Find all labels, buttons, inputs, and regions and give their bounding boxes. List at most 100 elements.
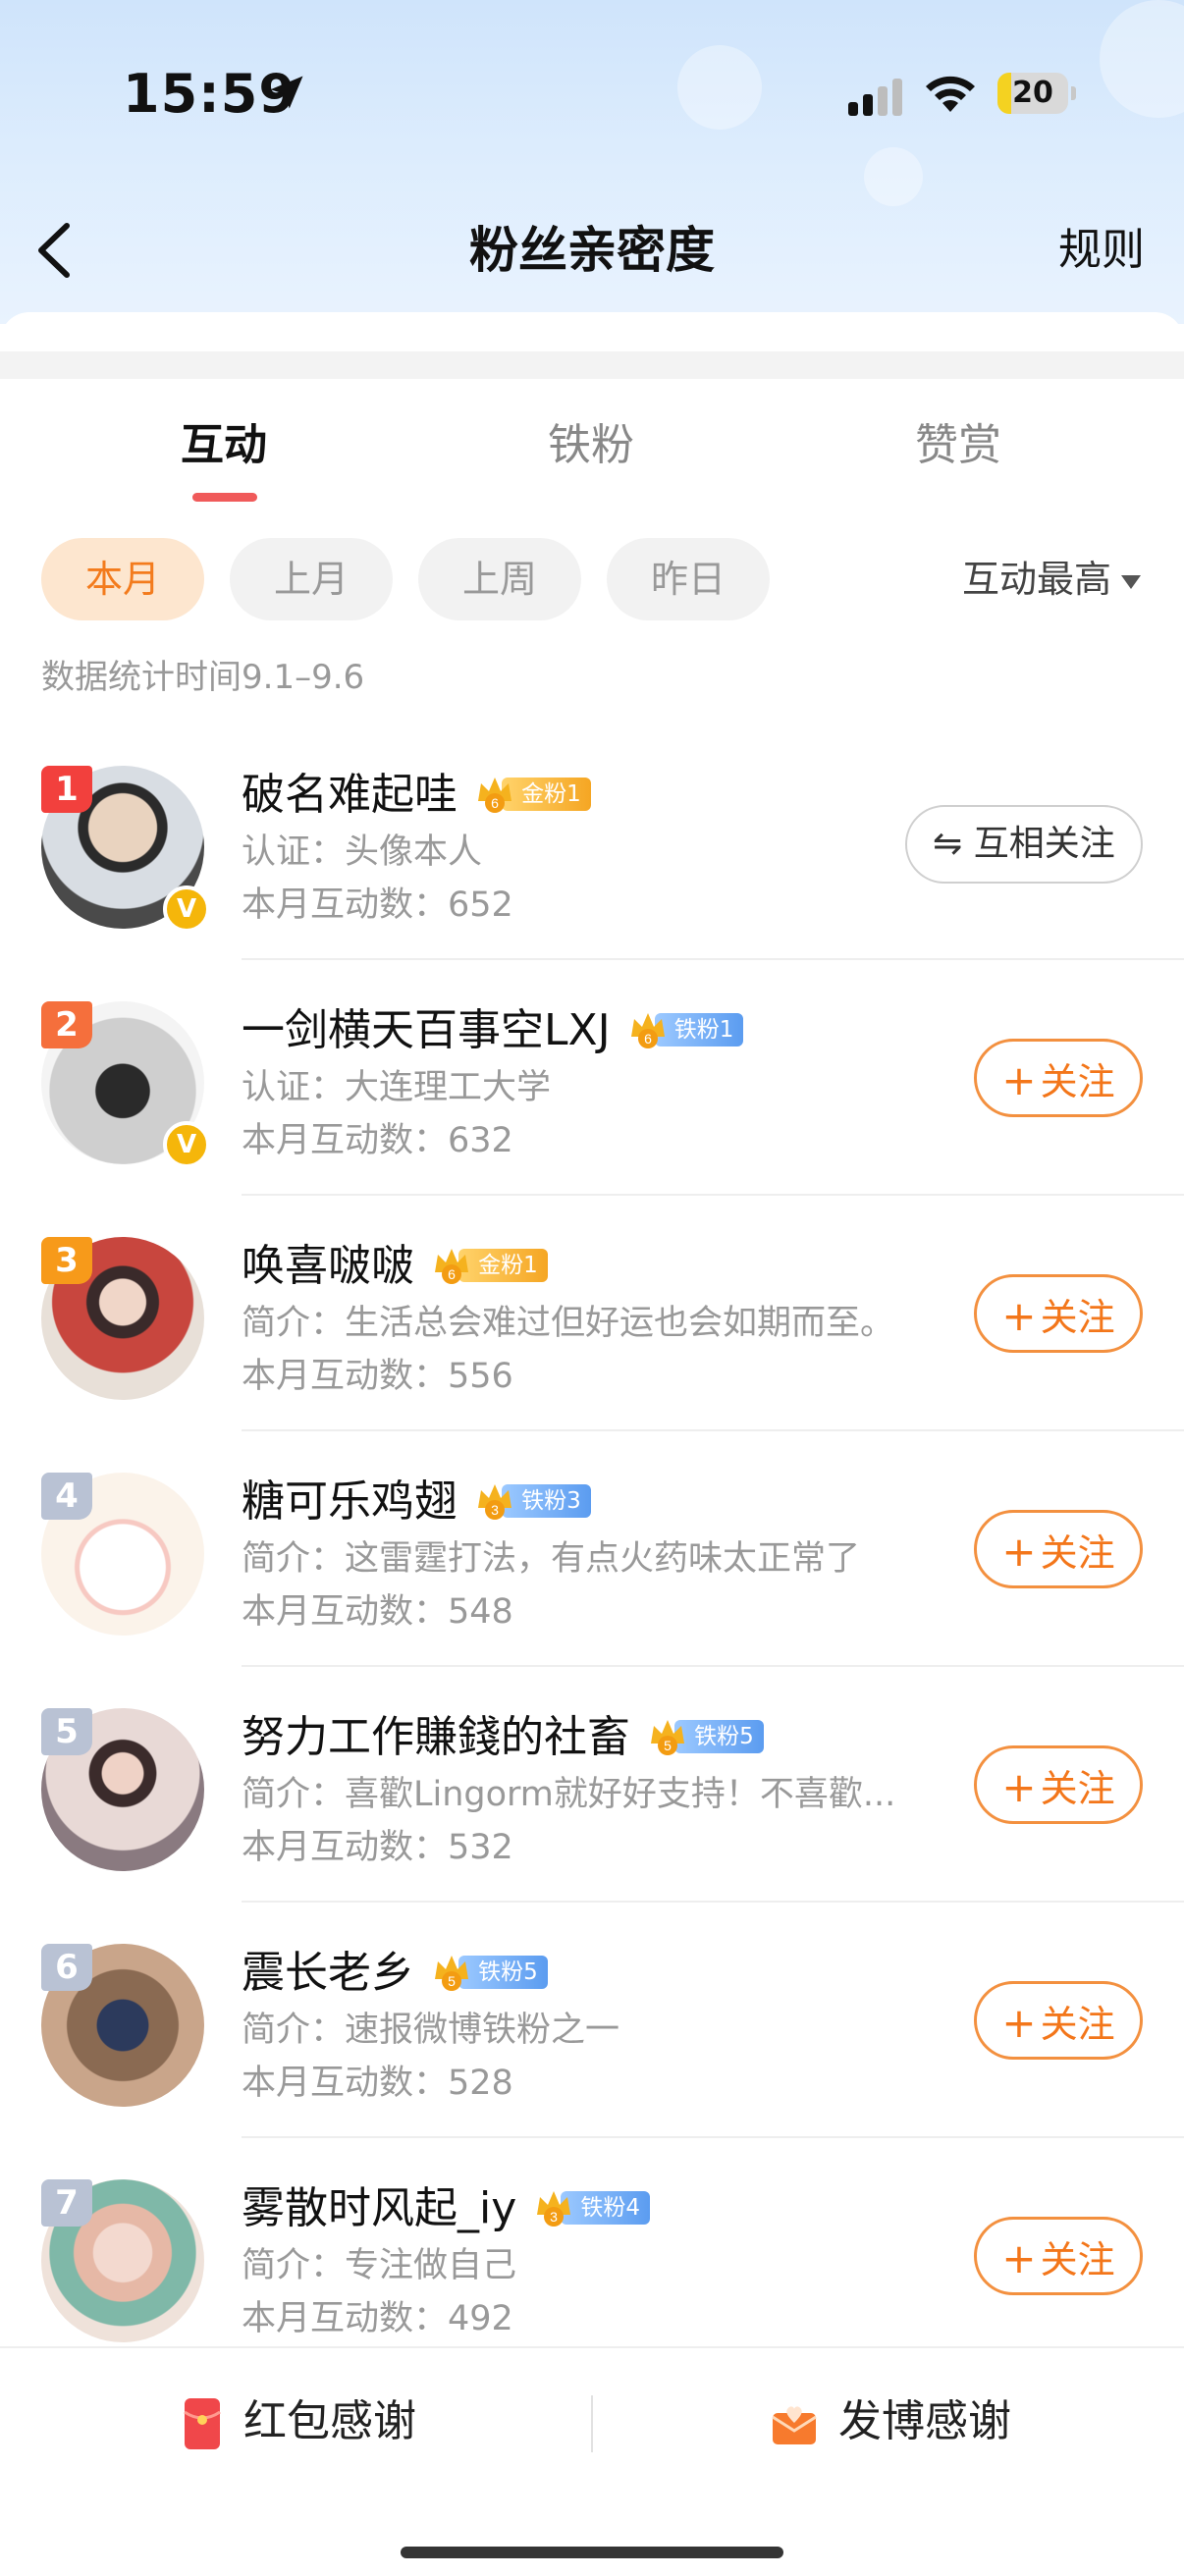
wifi-icon [926,76,975,112]
follow-button[interactable]: + 关注 [974,1274,1143,1353]
section-divider [0,351,1184,379]
rules-link[interactable]: 规则 [1058,216,1145,285]
red-packet-icon [184,2398,221,2449]
interaction-count: 本月互动数：556 [242,1357,513,1396]
fan-level-badge: 3 铁粉3 [474,1484,591,1520]
location-arrow-icon [270,76,303,109]
username[interactable]: 一剑横天百事空LXJ [242,1001,611,1060]
list-item[interactable]: 3 唤喜啵啵 6 金粉1 简介：生活总会难过但好运也会如期而至。 本月互动数：5… [0,1196,1184,1431]
page-title: 粉丝亲密度 [469,222,715,279]
list-item[interactable]: 5 努力工作賺錢的社畜 5 铁粉5 简介：喜歡Lingorm就好好支持！不喜歡.… [0,1667,1184,1903]
post-thanks-button[interactable]: 发博感谢 [770,2378,1011,2466]
badge-level-number: 5 [448,1973,456,1989]
bottom-bar-separator [591,2395,593,2452]
follow-button[interactable]: + 关注 [974,2217,1143,2295]
post-thanks-label: 发博感谢 [838,2396,1011,2446]
fan-level-badge: 5 铁粉5 [647,1720,764,1755]
crown-icon: 3 [537,2191,571,2227]
rank-badge: 2 [41,1001,92,1048]
rank-badge: 6 [41,1944,92,1991]
list-item[interactable]: 4 糖可乐鸡翅 3 铁粉3 简介：这雷霆打法，有点火药味太正常了 本月互动数：5… [0,1431,1184,1667]
interaction-count: 本月互动数：632 [242,1121,513,1160]
rank-badge: 1 [41,766,92,813]
plus-icon: + [1001,1999,1037,2047]
crown-icon: 6 [435,1249,469,1284]
username[interactable]: 唤喜啵啵 [242,1237,414,1296]
follow-button[interactable]: + 关注 [974,1981,1143,2060]
badge-level-number: 6 [644,1031,652,1046]
redpacket-thanks-button[interactable]: 红包感谢 [183,2378,416,2466]
username[interactable]: 糖可乐鸡翅 [242,1473,457,1531]
crown-icon: 5 [651,1720,685,1755]
user-description: 简介：生活总会难过但好运也会如期而至。 [242,1304,895,1343]
filter-last-month[interactable]: 上月 [230,538,393,620]
caret-down-icon [1121,574,1141,589]
time-filter-bar: 本月 上月 上周 昨日 互动最高 [0,538,1184,622]
interaction-count: 本月互动数：652 [242,886,513,925]
list-item[interactable]: 2 V 一剑横天百事空LXJ 6 铁粉1 认证：大连理工大学 本月互动数：632… [0,960,1184,1196]
mutual-follow-icon: ⇋ [933,824,963,864]
mutual-follow-button[interactable]: ⇋ 互相关注 [905,805,1143,884]
verified-icon: V [163,1121,210,1168]
badge-level-number: 3 [550,2209,558,2225]
filter-last-week[interactable]: 上周 [418,538,581,620]
filter-this-month[interactable]: 本月 [41,538,204,620]
navigation-bar: 粉丝亲密度 规则 [0,187,1184,314]
fan-level-badge: 5 铁粉5 [431,1956,548,1991]
list-item[interactable]: 6 震长老乡 5 铁粉5 简介：速报微博铁粉之一 本月互动数：528 + 关注 [0,1903,1184,2138]
battery-indicator: 20 [997,73,1076,118]
badge-level-number: 6 [491,795,499,811]
tab-interaction[interactable]: 互动 [126,416,322,475]
fan-level-badge: 6 金粉1 [431,1249,548,1284]
crown-icon: 3 [478,1484,512,1520]
interaction-count: 本月互动数：492 [242,2299,513,2338]
badge-level-number: 5 [664,1738,672,1753]
redpacket-thanks-label: 红包感谢 [243,2396,416,2446]
user-description: 简介：专注做自己 [242,2246,517,2285]
badge-level-number: 3 [491,1502,499,1518]
battery-level-text: 20 [1012,76,1053,110]
list-item[interactable]: 1 V 破名难起哇 6 金粉1 认证：头像本人 本月互动数：652 ⇋ 互相关注 [0,724,1184,960]
username[interactable]: 破名难起哇 [242,766,457,825]
rank-badge: 3 [41,1237,92,1284]
rank-badge: 4 [41,1473,92,1520]
sort-label: 互动最高 [961,558,1111,601]
username[interactable]: 震长老乡 [242,1944,414,2003]
bottom-action-bar: 红包感谢 发博感谢 [0,2346,1184,2576]
user-description: 认证：头像本人 [242,832,483,872]
envelope-heart-icon [772,2406,817,2444]
crown-icon: 6 [630,1013,665,1048]
plus-icon: + [1001,2234,1037,2282]
active-tab-indicator [192,493,257,502]
username[interactable]: 雾散时风起_iy [242,2179,516,2238]
interaction-count: 本月互动数：532 [242,1828,513,1867]
tab-iron-fans[interactable]: 铁粉 [493,416,689,475]
home-indicator [401,2547,783,2558]
rank-badge: 7 [41,2179,92,2227]
crown-icon: 5 [435,1956,469,1991]
username[interactable]: 努力工作賺錢的社畜 [242,1708,630,1767]
fan-level-badge: 6 铁粉1 [627,1013,744,1048]
interaction-count: 本月互动数：528 [242,2064,513,2103]
follow-button[interactable]: + 关注 [974,1510,1143,1588]
cellular-signal-icon [848,79,902,116]
list-item[interactable]: 7 雾散时风起_iy 3 铁粉4 简介：专注做自己 本月互动数：492 + 关注 [0,2138,1184,2374]
badge-level-number: 6 [448,1266,456,1282]
tab-rewards[interactable]: 赞赏 [860,416,1056,475]
interaction-count: 本月互动数：548 [242,1592,513,1632]
user-description: 简介：这雷霆打法，有点火药味太正常了 [242,1539,861,1579]
plus-icon: + [1001,1763,1037,1811]
user-description: 认证：大连理工大学 [242,1068,552,1107]
status-bar: 15:59 20 [0,0,1184,187]
rank-badge: 5 [41,1708,92,1755]
filter-yesterday[interactable]: 昨日 [607,538,770,620]
follow-button[interactable]: + 关注 [974,1039,1143,1117]
plus-icon: + [1001,1292,1037,1340]
follow-button[interactable]: + 关注 [974,1745,1143,1824]
plus-icon: + [1001,1056,1037,1104]
user-description: 简介：速报微博铁粉之一 [242,2011,620,2050]
sort-dropdown[interactable]: 互动最高 [962,538,1141,620]
fan-level-badge: 3 铁粉4 [533,2191,650,2227]
plus-icon: + [1001,1528,1037,1576]
crown-icon: 6 [478,778,512,813]
